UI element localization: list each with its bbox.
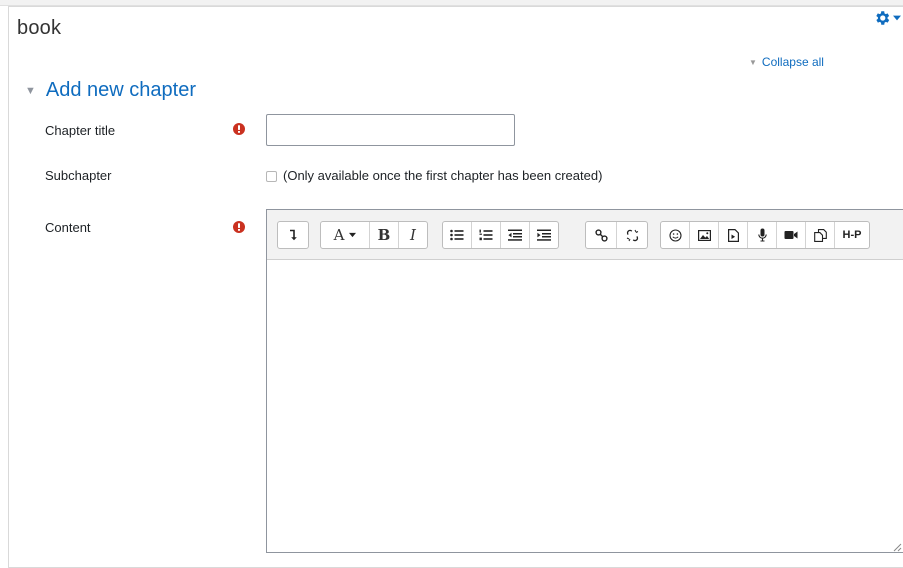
show-more-buttons[interactable] (278, 222, 308, 248)
collapse-all-link[interactable]: ▼ Collapse all (749, 55, 824, 69)
manage-files-button[interactable] (806, 222, 835, 248)
outdent-icon (508, 229, 522, 241)
record-audio-button[interactable] (748, 222, 777, 248)
collapse-triangle-icon: ▼ (749, 57, 757, 67)
italic-button[interactable]: I (399, 222, 427, 248)
unordered-list-button[interactable] (443, 222, 472, 248)
bold-button[interactable]: B (370, 222, 399, 248)
collapse-all-label: Collapse all (761, 55, 824, 69)
indent-icon (537, 229, 551, 241)
text-color-label: A (333, 226, 345, 244)
actions-menu-toggle[interactable] (873, 9, 901, 27)
image-button[interactable] (690, 222, 719, 248)
unordered-list-icon (450, 229, 464, 241)
chapter-title-input[interactable] (266, 114, 515, 146)
emoji-button[interactable] (661, 222, 690, 248)
section-toggle-add-new-chapter[interactable]: ▼ Add new chapter (25, 79, 196, 102)
required-icon (233, 220, 245, 233)
content-editor: A B I H-P (266, 209, 903, 553)
media-icon (727, 228, 739, 242)
media-button[interactable] (719, 222, 748, 248)
microphone-icon (757, 228, 767, 242)
editor-toolbar: A B I H-P (267, 210, 903, 260)
link-icon (594, 228, 608, 242)
show-more-icon (288, 229, 298, 241)
chevron-down-icon (349, 232, 357, 238)
ordered-list-button[interactable] (472, 222, 501, 248)
subchapter-note: (Only available once the first chapter h… (283, 168, 603, 183)
required-icon (233, 122, 245, 135)
image-icon (697, 229, 711, 241)
emoji-icon (668, 228, 682, 242)
unlink-button[interactable] (617, 222, 647, 248)
chevron-down-icon (893, 14, 901, 22)
subchapter-label: Subchapter (45, 168, 112, 183)
indent-button[interactable] (530, 222, 558, 248)
manage-files-icon (813, 228, 827, 242)
toolbar-group-style: A B I (320, 221, 428, 249)
ordered-list-icon (479, 229, 493, 241)
subchapter-checkbox[interactable] (266, 171, 277, 182)
page-title: book (17, 17, 62, 39)
toolbar-group-links (585, 221, 648, 249)
record-video-button[interactable] (777, 222, 806, 248)
toolbar-group-insert: H-P (660, 221, 870, 249)
outdent-button[interactable] (501, 222, 530, 248)
section-title: Add new chapter (45, 79, 196, 101)
text-color-button[interactable]: A (321, 222, 370, 248)
chapter-title-label: Chapter title (45, 123, 116, 138)
toolbar-group-lists (442, 221, 559, 249)
link-button[interactable] (586, 222, 617, 248)
section-expand-icon: ▼ (25, 84, 36, 97)
gear-icon (873, 9, 891, 27)
unlink-icon (626, 229, 639, 242)
h5p-button[interactable]: H-P (835, 222, 869, 248)
video-camera-icon (784, 230, 798, 240)
toolbar-group-collapse (277, 221, 309, 249)
content-label: Content (45, 220, 91, 235)
editor-resize-handle[interactable] (892, 539, 902, 552)
